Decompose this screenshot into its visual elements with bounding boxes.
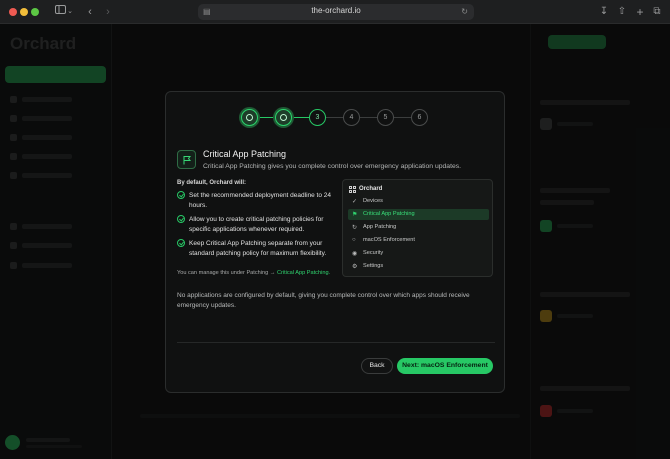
flag-icon: [177, 150, 196, 169]
plus-icon[interactable]: +: [634, 5, 646, 19]
check-circle-icon: [177, 191, 185, 199]
minimize-window-button[interactable]: [20, 8, 28, 16]
zoom-window-button[interactable]: [31, 8, 39, 16]
divider: [177, 342, 495, 343]
chevron-down-icon[interactable]: ⌄: [66, 5, 74, 19]
step-connector: [326, 117, 343, 118]
chevron-left-icon[interactable]: ‹: [84, 5, 96, 19]
step-connector: [394, 117, 411, 118]
chevron-right-icon[interactable]: ›: [102, 5, 114, 19]
manage-hint: You can manage this under Patching → Cri…: [177, 270, 331, 276]
defaults-heading: By default, Orchard will:: [177, 180, 247, 186]
step-connector: [292, 117, 309, 118]
onboarding-modal: 3 4 5 6 Critical App Patching Critical A…: [165, 91, 505, 393]
preview-item-devices: ✓ Devices: [352, 198, 383, 205]
share-icon[interactable]: ⇧: [616, 5, 628, 19]
download-icon[interactable]: ↧: [598, 5, 610, 19]
preview-title: Orchard: [359, 186, 383, 192]
check-circle-icon: [177, 239, 185, 247]
step-6[interactable]: 6: [411, 109, 428, 126]
step-2[interactable]: [275, 109, 292, 126]
preview-item-security: ◉ Security: [352, 250, 384, 257]
url-text: the-orchard.io: [311, 6, 361, 15]
preview-item-app-patching: ↻ App Patching: [352, 224, 397, 231]
preview-item-macos-enforcement: ○ macOS Enforcement: [352, 237, 415, 243]
wizard-stepper: 3 4 5 6: [241, 109, 431, 126]
step-3[interactable]: 3: [309, 109, 326, 126]
critical-patching-link[interactable]: Critical App Patching.: [277, 270, 330, 276]
next-button[interactable]: Next: macOS Enforcement: [397, 358, 493, 374]
flag-icon: ⚑: [352, 212, 358, 218]
lock-icon: ◉: [352, 251, 358, 257]
step-connector: [258, 117, 275, 118]
refresh-icon: ↻: [352, 225, 358, 231]
gear-icon: ⚙: [352, 264, 358, 270]
circle-icon: ○: [352, 237, 356, 243]
check-circle-icon: [177, 215, 185, 223]
modal-subtitle: Critical App Patching gives you complete…: [203, 163, 462, 170]
check-circle-icon: ✓: [352, 199, 358, 205]
modal-title: Critical App Patching: [203, 149, 287, 159]
browser-toolbar: ⌄ ‹ › ▤ the-orchard.io ↻ ↧ ⇧ + ⧉: [0, 0, 670, 24]
tabs-icon[interactable]: ⧉: [651, 5, 663, 19]
orchard-logo-icon: [349, 186, 356, 193]
back-button[interactable]: Back: [361, 358, 393, 374]
step-5[interactable]: 5: [377, 109, 394, 126]
step-1[interactable]: [241, 109, 258, 126]
footer-note: No applications are configured by defaul…: [177, 292, 470, 309]
navigation-preview: Orchard ✓ Devices ⚑ Critical App Patchin…: [342, 179, 493, 277]
check-icon: [246, 114, 253, 121]
address-bar[interactable]: ▤ the-orchard.io ↻: [198, 4, 474, 20]
reload-icon[interactable]: ↻: [461, 7, 468, 16]
preview-item-critical-app-patching: ⚑ Critical App Patching: [348, 209, 489, 220]
close-window-button[interactable]: [9, 8, 17, 16]
step-4[interactable]: 4: [343, 109, 360, 126]
preview-item-settings: ⚙ Settings: [352, 263, 384, 270]
step-connector: [360, 117, 377, 118]
check-icon: [280, 114, 287, 121]
